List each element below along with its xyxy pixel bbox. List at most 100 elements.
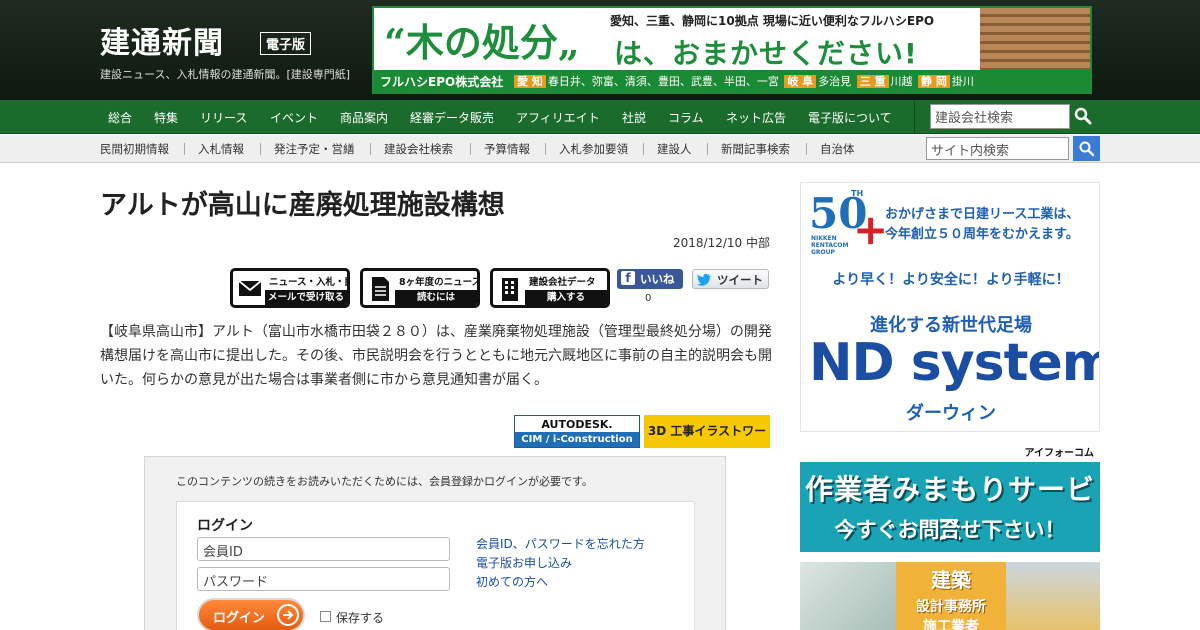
autodesk-cim-label: CIM / i-Construction xyxy=(515,432,639,447)
member-id-input[interactable]: 会員ID xyxy=(197,537,450,561)
login-button[interactable]: ログイン xyxy=(197,598,305,630)
subnav-item-budget[interactable]: 予算情報 xyxy=(484,141,530,157)
banner-footer-bar: フルハシEPO株式会社 愛 知春日井、弥富、清須、豊田、武豊、半田、一宮 岐 阜… xyxy=(374,70,1090,92)
banner-cities: 川越 xyxy=(890,75,913,88)
architect-ad[interactable]: 建築 設計事務所 施工業者 xyxy=(800,562,1100,630)
facebook-icon: f xyxy=(621,271,635,285)
facebook-like-count: 0 xyxy=(645,293,652,304)
action-line2: 読むには xyxy=(395,290,477,305)
subnav-item-municipalities[interactable]: 自治体 xyxy=(820,141,855,157)
nikken-product-name: ダーウィン xyxy=(906,403,996,424)
login-heading: ログイン xyxy=(197,518,253,534)
iforcom-sub-copy: 今すぐお問合せ下さい！ xyxy=(834,518,1066,542)
subnav-separator xyxy=(643,143,644,155)
tweet-button[interactable]: ツイート xyxy=(692,269,769,289)
remember-checkbox[interactable] xyxy=(320,611,331,622)
subnav-item-article-search[interactable]: 新聞記事検索 xyxy=(721,141,790,157)
nikken-message-line1: おかげさまで日建リース工業は、 xyxy=(885,207,1080,222)
banner-areas: 愛 知春日井、弥富、清須、豊田、武豊、半田、一宮 岐 阜多治見 三 重川越 静 … xyxy=(512,73,974,89)
digital-signup-link[interactable]: 電子版お申し込み xyxy=(476,554,572,571)
envelope-icon xyxy=(238,280,262,296)
article-body: 【岐阜県高山市】アルト（富山市水橋市田袋２８０）は、産業廃棄物処理施設（管理型最… xyxy=(100,324,772,388)
architect-ad-title: 建築 xyxy=(931,568,971,592)
nav-item-net-ads[interactable]: ネット広告 xyxy=(726,109,786,126)
nav-item-keishin-data[interactable]: 経審データ販売 xyxy=(410,109,494,126)
banner-pref: 静 岡 xyxy=(918,75,950,88)
site-logo[interactable]: 建通新聞 xyxy=(100,18,224,62)
subnav-separator xyxy=(184,143,185,155)
site-search-button[interactable] xyxy=(1073,136,1100,161)
login-required-message: このコンテンツの続きをお読みいただくためには、会員登録かログインが必要です。 xyxy=(176,475,593,488)
nav-item-features[interactable]: 特集 xyxy=(154,109,178,126)
action-line2: メールで受け取る xyxy=(265,290,347,305)
company-data-purchase-button[interactable]: 建設会社データ 購入する xyxy=(490,268,610,308)
site-search-input[interactable]: サイト内検索 xyxy=(926,137,1069,160)
facebook-like-label: いいね xyxy=(640,272,675,286)
subnav-item-bids[interactable]: 入札情報 xyxy=(198,141,244,157)
facebook-like-button[interactable]: f いいね xyxy=(617,269,683,289)
building-icon xyxy=(502,278,518,301)
arrow-right-icon xyxy=(277,604,299,626)
site-header: 建通新聞 電子版 建設ニュース、入札情報の建通新聞。[建設専門紙] “木の処分„… xyxy=(0,0,1200,100)
company-search-input[interactable]: 建設会社検索 xyxy=(930,104,1070,129)
subnav-separator xyxy=(470,143,471,155)
document-icon xyxy=(372,277,389,301)
remember-label: 保存する xyxy=(336,611,385,625)
banner-cities: 春日井、弥富、清須、豊田、武豊、半田、一宮 xyxy=(547,75,779,88)
nav-item-about-digital[interactable]: 電子版について xyxy=(808,109,892,126)
koji-illust-works-logo[interactable]: 3D 工事イラストワークス xyxy=(644,415,770,471)
nav-divider xyxy=(914,100,915,134)
login-button-label: ログイン xyxy=(213,611,266,626)
search-icon[interactable] xyxy=(1074,107,1092,125)
nav-item-column[interactable]: コラム xyxy=(668,109,704,126)
banner-cities: 掛川 xyxy=(951,75,974,88)
nikken-lease-ad[interactable]: 50 TH + NIKKEN RENTACOM GROUP おかげさまで日建リー… xyxy=(800,182,1100,432)
subnav-separator xyxy=(545,143,546,155)
nav-item-products[interactable]: 商品案内 xyxy=(340,109,388,126)
tweet-label: ツイート xyxy=(717,273,763,287)
architect-ad-line3: 施工業者 xyxy=(923,619,979,630)
iforcom-ad[interactable]: アイフォーコム 作業者みまもりサービス 今すぐお問合せ下さい！ xyxy=(800,442,1100,552)
forgot-credentials-link[interactable]: 会員ID、パスワードを忘れた方 xyxy=(476,535,645,552)
header-banner-ad[interactable]: “木の処分„ 愛知、三重、静岡に10拠点 現場に近い便利なフルハシEPO は、お… xyxy=(372,6,1092,94)
subnav-separator xyxy=(260,143,261,155)
architect-ad-line2: 設計事務所 xyxy=(916,599,986,615)
banner-cities: 多治見 xyxy=(818,75,852,88)
subnav-item-bid-guidelines[interactable]: 入札参加要領 xyxy=(559,141,628,157)
nav-item-events[interactable]: イベント xyxy=(270,109,318,126)
action-line1: 建設会社データ xyxy=(529,277,596,288)
nav-item-editorial[interactable]: 社説 xyxy=(622,109,646,126)
banner-company: フルハシEPO株式会社 xyxy=(380,75,504,89)
nav-item-general[interactable]: 総合 xyxy=(108,109,132,126)
banner-headline: “木の処分„ xyxy=(384,20,580,65)
subnav-item-private-early[interactable]: 民間初期情報 xyxy=(100,141,169,157)
nav-item-affiliate[interactable]: アフィリエイト xyxy=(516,109,600,126)
nav-item-releases[interactable]: リリース xyxy=(200,109,247,126)
subnav-item-order-plans[interactable]: 発注予定・営繕 xyxy=(274,141,355,157)
banner-pref: 愛 知 xyxy=(514,75,546,88)
action-line1: 8ヶ年度のニュース xyxy=(399,277,480,288)
interior-photo xyxy=(800,562,896,630)
iforcom-top-strip: アイフォーコム xyxy=(800,442,1100,462)
first-time-link[interactable]: 初めての方へ xyxy=(476,573,548,590)
nd-system-logo: ND system xyxy=(809,333,1100,393)
article-title: アルトが高山に産廃処理施設構想 xyxy=(100,190,505,221)
monorail-photo xyxy=(1006,562,1100,630)
anniversary-th: TH xyxy=(851,189,864,198)
subnav-item-people[interactable]: 建設人 xyxy=(657,141,692,157)
nikken-group-label: NIKKEN RENTACOM GROUP xyxy=(811,235,849,256)
subnav-separator xyxy=(370,143,371,155)
mail-subscribe-button[interactable]: ニュース・入札・民間 メールで受け取る xyxy=(230,268,350,308)
action-line2: 購入する xyxy=(525,290,607,305)
banner-pref: 岐 阜 xyxy=(784,75,817,88)
subnav-item-company-search[interactable]: 建設会社検索 xyxy=(384,141,453,157)
iforcom-brand: アイフォーコム xyxy=(1024,448,1095,459)
banner-pref: 三 重 xyxy=(856,75,889,88)
article-date: 2018/12/10 中部 xyxy=(673,236,770,250)
banner-lumber-image xyxy=(980,8,1090,74)
archive-news-button[interactable]: 8ヶ年度のニュース 読むには xyxy=(360,268,480,308)
edition-badge: 電子版 xyxy=(260,32,312,55)
autodesk-sponsor-logo[interactable]: AUTODESK. CIM / i-Construction xyxy=(514,415,640,448)
password-input[interactable]: パスワード xyxy=(197,567,450,591)
site-tagline: 建設ニュース、入札情報の建通新聞。[建設専門紙] xyxy=(100,68,351,81)
